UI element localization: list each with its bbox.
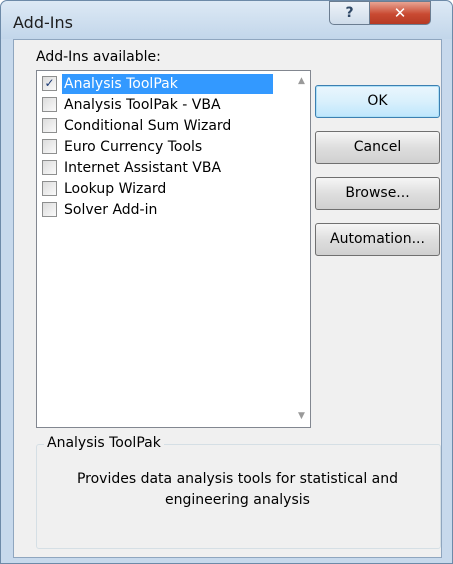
checkbox-euro-currency-tools[interactable] — [42, 139, 57, 154]
title-bar[interactable]: Add-Ins ? ✕ — [1, 1, 452, 39]
list-item-label: Analysis ToolPak - VBA — [64, 97, 221, 113]
dialog-client-area: Add-Ins available: ✓ Analysis ToolPak An… — [13, 39, 442, 558]
list-item-euro-currency-tools[interactable]: Euro Currency Tools — [39, 137, 275, 157]
checkbox-internet-assistant-vba[interactable] — [42, 160, 57, 175]
checkbox-analysis-toolpak-vba[interactable] — [42, 97, 57, 112]
list-item-analysis-toolpak-vba[interactable]: Analysis ToolPak - VBA — [39, 95, 275, 115]
listbox-scrollbar[interactable]: ▲ ▼ — [293, 71, 310, 427]
add-ins-available-label: Add-Ins available: — [36, 49, 161, 65]
list-item-label: Lookup Wizard — [64, 181, 167, 197]
add-ins-dialog: Add-Ins ? ✕ Add-Ins available: ✓ Analysi… — [0, 0, 453, 564]
checkbox-lookup-wizard[interactable] — [42, 181, 57, 196]
description-groupbox: Analysis ToolPak Provides data analysis … — [36, 435, 441, 549]
list-item-label: Conditional Sum Wizard — [64, 118, 232, 134]
add-ins-listbox[interactable]: ✓ Analysis ToolPak Analysis ToolPak - VB… — [36, 70, 311, 428]
automation-button[interactable]: Automation... — [315, 223, 440, 256]
list-item-lookup-wizard[interactable]: Lookup Wizard — [39, 179, 275, 199]
help-button[interactable]: ? — [329, 1, 370, 25]
help-icon: ? — [345, 5, 354, 21]
close-button[interactable]: ✕ — [369, 1, 431, 25]
scroll-down-arrow-icon[interactable]: ▼ — [293, 408, 310, 425]
checkbox-solver-add-in[interactable] — [42, 202, 57, 217]
checkbox-conditional-sum-wizard[interactable] — [42, 118, 57, 133]
cancel-button[interactable]: Cancel — [315, 131, 440, 164]
list-item-label: Analysis ToolPak — [62, 74, 273, 94]
list-item-solver-add-in[interactable]: Solver Add-in — [39, 200, 275, 220]
ok-button[interactable]: OK — [315, 85, 440, 118]
list-item-label: Solver Add-in — [64, 202, 158, 218]
dialog-title: Add-Ins — [13, 13, 73, 32]
scroll-up-arrow-icon[interactable]: ▲ — [293, 73, 310, 90]
list-item-analysis-toolpak[interactable]: ✓ Analysis ToolPak — [39, 74, 275, 94]
list-item-conditional-sum-wizard[interactable]: Conditional Sum Wizard — [39, 116, 275, 136]
list-item-internet-assistant-vba[interactable]: Internet Assistant VBA — [39, 158, 275, 178]
description-group-title: Analysis ToolPak — [44, 435, 164, 451]
list-item-label: Euro Currency Tools — [64, 139, 203, 155]
checkbox-analysis-toolpak[interactable]: ✓ — [42, 76, 57, 91]
add-in-description: Provides data analysis tools for statist… — [76, 471, 399, 508]
list-item-label: Internet Assistant VBA — [64, 160, 222, 176]
close-icon: ✕ — [393, 4, 407, 22]
browse-button[interactable]: Browse... — [315, 177, 440, 210]
